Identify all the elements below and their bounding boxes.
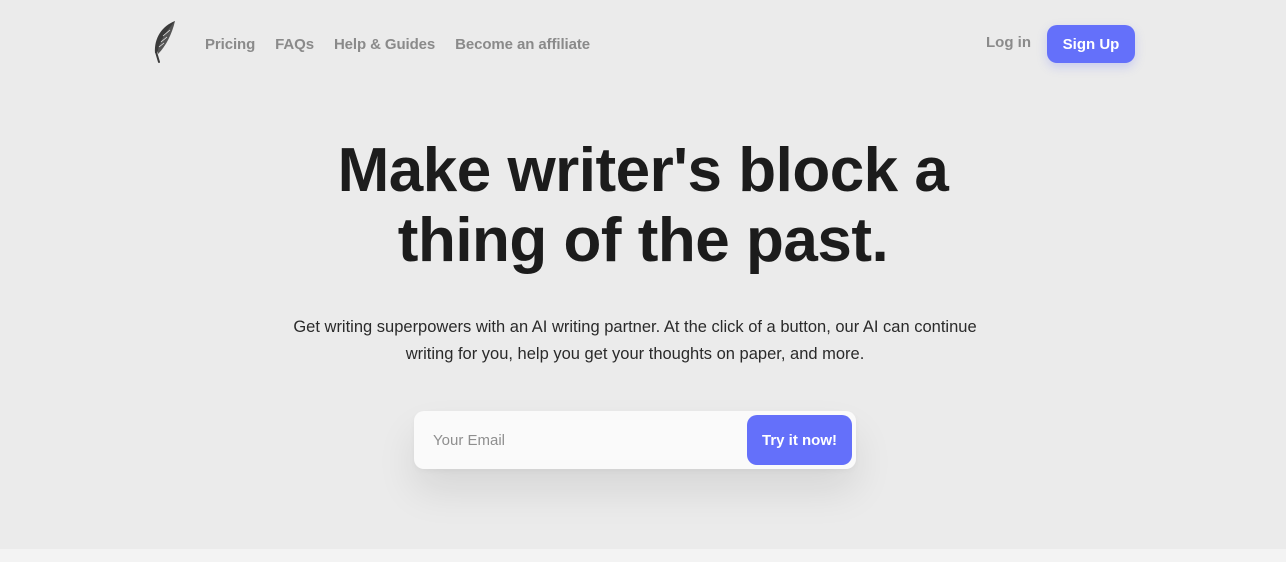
section-divider xyxy=(0,549,1286,562)
hero-headline-line2: thing of the past. xyxy=(397,206,889,275)
hero-subtext-line1: Get writing superpowers with an AI writi… xyxy=(293,318,977,336)
hero-subtext: Get writing superpowers with an AI writi… xyxy=(243,314,1027,368)
login-link[interactable]: Log in xyxy=(986,34,1031,51)
hero-headline-line1: Make writer's block a xyxy=(337,136,949,205)
try-it-now-button[interactable]: Try it now! xyxy=(747,415,852,465)
nav-link-help-guides[interactable]: Help & Guides xyxy=(334,36,435,53)
hero-headline: Make writer's block a thing of the past. xyxy=(193,136,1093,276)
signup-button[interactable]: Sign Up xyxy=(1047,25,1135,63)
feather-quill-icon[interactable] xyxy=(150,20,180,64)
hero-subtext-line2: writing for you, help you get your thoug… xyxy=(405,345,865,363)
nav-links: Pricing FAQs Help & Guides Become an aff… xyxy=(205,34,610,54)
email-signup-form: Try it now! xyxy=(414,411,856,469)
top-nav: Pricing FAQs Help & Guides Become an aff… xyxy=(0,0,1286,88)
nav-link-pricing[interactable]: Pricing xyxy=(205,36,255,53)
email-input[interactable] xyxy=(414,411,744,469)
nav-link-affiliate[interactable]: Become an affiliate xyxy=(455,36,590,53)
nav-link-faqs[interactable]: FAQs xyxy=(275,36,314,53)
landing-page: Pricing FAQs Help & Guides Become an aff… xyxy=(0,0,1286,562)
